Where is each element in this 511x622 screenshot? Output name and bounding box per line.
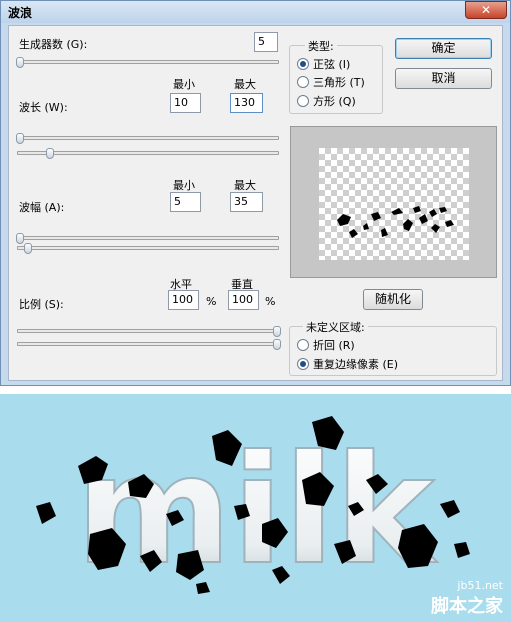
- wavelength-max-input[interactable]: 130: [230, 93, 263, 113]
- type-option-square[interactable]: 方形 (Q): [297, 93, 356, 109]
- scale-vertical-slider-thumb[interactable]: [273, 339, 281, 350]
- type-option-sine[interactable]: 正弦 (I): [297, 56, 350, 72]
- repeat-edge-pixels-option[interactable]: 重复边缘像素 (E): [297, 356, 398, 372]
- undefined-areas-title: 未定义区域:: [303, 319, 368, 335]
- title-bar: 波浪 ✕: [1, 1, 510, 23]
- radio-button[interactable]: [297, 76, 309, 88]
- radio-label: 正弦 (I): [313, 58, 351, 71]
- wavelength-max-header: 最大: [234, 78, 256, 91]
- amplitude-max-slider-thumb[interactable]: [24, 243, 32, 254]
- preview-pane: [290, 126, 497, 278]
- scale-vertical-unit: %: [265, 295, 276, 308]
- wavelength-min-slider-thumb[interactable]: [16, 133, 24, 144]
- wave-dialog: 波浪 ✕ 生成器数 (G): 5 最小 最大 波长 (W): 10 130 最小…: [0, 0, 511, 386]
- radio-button[interactable]: [297, 358, 309, 370]
- radio-button[interactable]: [297, 95, 309, 107]
- wrap-around-option[interactable]: 折回 (R): [297, 337, 355, 353]
- amplitude-min-slider-thumb[interactable]: [16, 233, 24, 244]
- watermark-name: 脚本之家: [431, 596, 503, 617]
- amplitude-label: 波幅 (A):: [19, 201, 65, 214]
- scale-vertical-input[interactable]: 100: [228, 290, 259, 310]
- dialog-body: 生成器数 (G): 5 最小 最大 波长 (W): 10 130 最小 最大 波…: [8, 25, 503, 381]
- generators-slider-thumb[interactable]: [16, 57, 24, 68]
- amplitude-max-input[interactable]: 35: [230, 192, 263, 212]
- wavelength-max-slider-track[interactable]: [17, 151, 279, 155]
- randomize-button[interactable]: 随机化: [363, 289, 423, 310]
- radio-button[interactable]: [297, 339, 309, 351]
- radio-label: 折回 (R): [313, 339, 355, 352]
- wave-preview-image: [337, 206, 454, 238]
- amplitude-max-slider-track[interactable]: [17, 246, 279, 250]
- cancel-button[interactable]: 取消: [395, 68, 492, 89]
- scale-horizontal-slider-thumb[interactable]: [273, 326, 281, 337]
- scale-horizontal-input[interactable]: 100: [168, 290, 199, 310]
- milk-word: milk: [76, 424, 438, 598]
- generators-slider-track[interactable]: [17, 60, 279, 64]
- generators-label: 生成器数 (G):: [19, 38, 88, 51]
- watermark: jb51.net 脚本之家: [431, 579, 503, 618]
- scale-horizontal-slider-track[interactable]: [17, 329, 279, 333]
- transparency-checkerboard: [319, 148, 469, 260]
- type-option-triangle[interactable]: 三角形 (T): [297, 74, 365, 90]
- amplitude-max-header: 最大: [234, 179, 256, 192]
- wavelength-min-header: 最小: [173, 78, 195, 91]
- ok-button[interactable]: 确定: [395, 38, 492, 59]
- wavelength-min-slider-track[interactable]: [17, 136, 279, 140]
- wavelength-label: 波长 (W):: [19, 101, 68, 114]
- radio-label: 三角形 (T): [313, 76, 365, 89]
- result-artwork: milk jb51.net 脚本之家: [0, 394, 511, 622]
- radio-button[interactable]: [297, 58, 309, 70]
- watermark-url: jb51.net: [457, 579, 503, 592]
- scale-horizontal-unit: %: [206, 295, 217, 308]
- scale-label: 比例 (S):: [19, 298, 64, 311]
- scale-vertical-slider-track[interactable]: [17, 342, 279, 346]
- amplitude-min-header: 最小: [173, 179, 195, 192]
- radio-label: 重复边缘像素 (E): [313, 358, 399, 371]
- close-button[interactable]: ✕: [465, 1, 507, 19]
- radio-label: 方形 (Q): [313, 95, 356, 108]
- wavelength-max-slider-thumb[interactable]: [46, 148, 54, 159]
- amplitude-min-input[interactable]: 5: [170, 192, 201, 212]
- wavelength-min-input[interactable]: 10: [170, 93, 201, 113]
- generators-input[interactable]: 5: [254, 32, 278, 52]
- dialog-title: 波浪: [8, 6, 33, 20]
- type-group-title: 类型:: [305, 38, 337, 54]
- amplitude-min-slider-track[interactable]: [17, 236, 279, 240]
